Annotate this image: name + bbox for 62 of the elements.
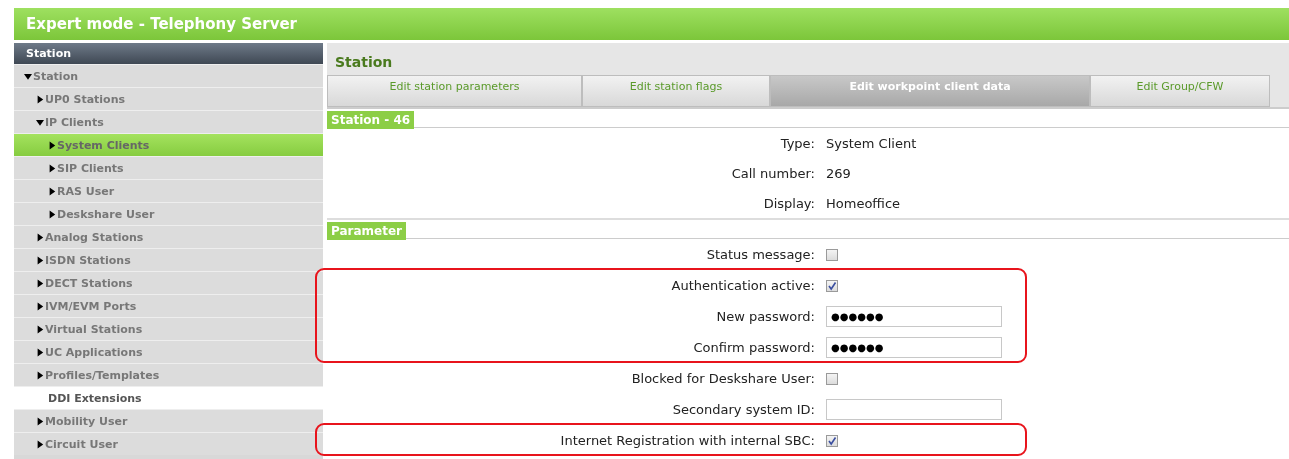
checkbox[interactable] — [826, 372, 838, 385]
sidebar-item[interactable]: System Clients — [14, 133, 323, 156]
triangle-down-icon[interactable] — [24, 71, 32, 81]
field-label: Internet Registration with internal SBC: — [559, 433, 816, 448]
triangle-right-icon[interactable] — [36, 324, 44, 334]
password-field[interactable]: ●●●●●● — [826, 306, 1002, 327]
sidebar-item[interactable]: Mobility User — [14, 409, 323, 432]
sidebar-item[interactable]: Analog Stations — [14, 225, 323, 248]
tab[interactable]: Edit workpoint client data — [770, 75, 1090, 107]
field-label: Status message: — [705, 247, 816, 262]
field-label: Call number: — [730, 165, 816, 181]
field-label: Blocked for Deskshare User: — [630, 371, 816, 386]
field-label: Display: — [762, 195, 816, 211]
checkbox[interactable] — [826, 279, 838, 292]
triangle-right-icon[interactable] — [36, 416, 44, 426]
triangle-right-icon[interactable] — [36, 301, 44, 311]
triangle-right-icon[interactable] — [36, 439, 44, 449]
sidebar-item[interactable]: Profiles/Templates — [14, 363, 323, 386]
sidebar-header: Station — [14, 43, 323, 64]
sidebar-item[interactable]: UC Applications — [14, 340, 323, 363]
section-title: Parameter — [327, 222, 407, 240]
sidebar-item[interactable]: RAS User — [14, 179, 323, 202]
triangle-right-icon[interactable] — [48, 163, 56, 173]
triangle-right-icon[interactable] — [36, 278, 44, 288]
field-value: 269 — [826, 165, 851, 181]
triangle-right-icon[interactable] — [48, 186, 56, 196]
sidebar-item[interactable]: SIP Clients — [14, 156, 323, 179]
checkbox[interactable] — [826, 434, 838, 447]
triangle-down-icon[interactable] — [36, 117, 44, 127]
sidebar-item[interactable]: DECT Stations — [14, 271, 323, 294]
triangle-right-icon[interactable] — [36, 232, 44, 242]
triangle-right-icon[interactable] — [36, 347, 44, 357]
triangle-right-icon[interactable] — [48, 209, 56, 219]
triangle-right-icon[interactable] — [36, 370, 44, 380]
password-field[interactable]: ●●●●●● — [826, 337, 1002, 358]
sidebar-item[interactable]: ISDN Stations — [14, 248, 323, 271]
field-label: Secondary system ID: — [671, 402, 816, 417]
tab[interactable]: Edit station parameters — [327, 75, 582, 107]
field-value: Homeoffice — [826, 195, 901, 211]
field-label: Confirm password: — [692, 340, 816, 355]
sidebar-item[interactable]: Virtual Stations — [14, 317, 323, 340]
sidebar-item[interactable]: IVM/EVM Ports — [14, 294, 323, 317]
triangle-right-icon[interactable] — [48, 140, 56, 150]
window-title: Expert mode - Telephony Server — [14, 8, 1289, 40]
sidebar-item[interactable]: DDI Extensions — [14, 386, 323, 409]
field-label: Authentication active: — [670, 278, 816, 293]
field-value: System Client — [826, 135, 917, 151]
section-title: Station - 46 — [327, 111, 415, 129]
sidebar-item[interactable]: UP0 Stations — [14, 87, 323, 110]
sidebar-item[interactable]: Circuit User — [14, 432, 323, 455]
tab[interactable]: Edit station flags — [582, 75, 770, 107]
triangle-right-icon[interactable] — [36, 255, 44, 265]
field-label: New password: — [715, 309, 816, 324]
field-label: Type: — [779, 135, 816, 151]
triangle-right-icon[interactable] — [36, 94, 44, 104]
sidebar-item[interactable]: IP Clients — [14, 110, 323, 133]
input-field[interactable] — [826, 399, 1002, 420]
sidebar-item[interactable]: Station — [14, 64, 323, 87]
checkbox[interactable] — [826, 248, 838, 261]
tab[interactable]: Edit Group/CFW — [1090, 75, 1270, 107]
page-title: Station — [334, 53, 394, 72]
sidebar-item[interactable]: Deskshare User — [14, 202, 323, 225]
